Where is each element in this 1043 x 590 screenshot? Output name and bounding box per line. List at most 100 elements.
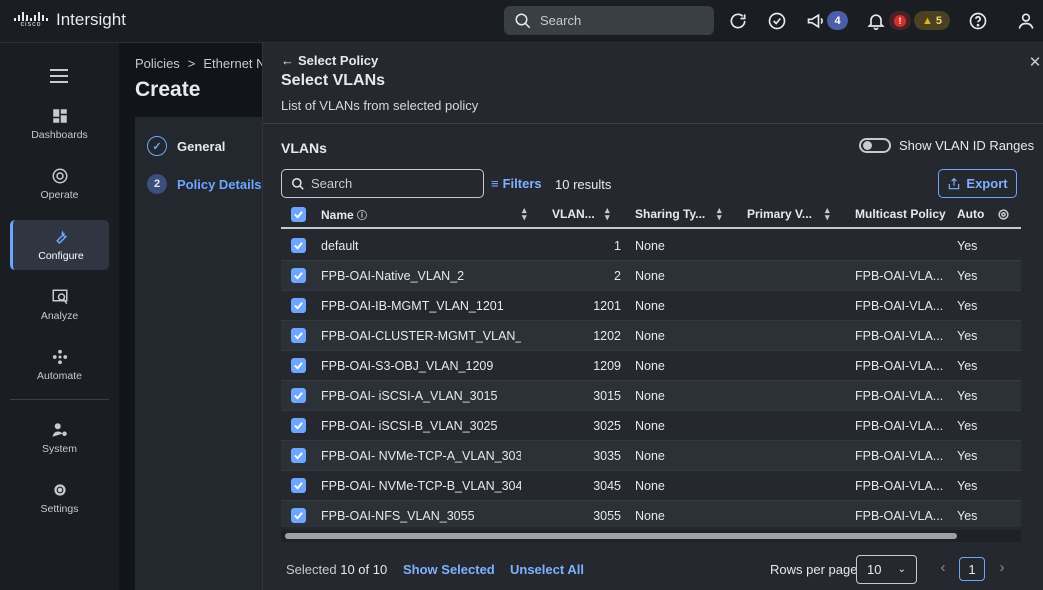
column-header-multicast-policy[interactable]: Multicast Policy — [855, 207, 950, 221]
sidebar-divider — [10, 399, 109, 400]
task-check-icon[interactable] — [766, 10, 788, 32]
app-name: Intersight — [56, 10, 126, 29]
filter-icon: ≡ — [491, 176, 499, 191]
toggle-switch[interactable] — [859, 138, 891, 153]
sort-icon[interactable]: ▴ ▾ — [717, 206, 722, 222]
row-checkbox[interactable] — [291, 418, 306, 433]
table-row[interactable]: FPB-OAI-IB-MGMT_VLAN_1201 1201 None FPB-OAI… — [281, 291, 1021, 321]
next-page-icon[interactable]: › — [994, 559, 1010, 579]
column-header-auto[interactable]: Auto — [957, 207, 997, 221]
info-icon: ⓘ — [357, 210, 368, 222]
cell-name: FPB-OAI-CLUSTER-MGMT_VLAN_1202 — [321, 328, 521, 343]
cell-auto: Yes — [957, 388, 978, 403]
cell-multicast-policy: FPB-OAI-VLA... — [855, 388, 944, 403]
brand-logo[interactable]: cisco Intersight — [14, 10, 126, 30]
cell-auto: Yes — [957, 418, 978, 433]
table-row[interactable]: FPB-OAI- iSCSI-B_VLAN_3025 3025 None FPB-OA… — [281, 411, 1021, 441]
cell-auto: Yes — [957, 508, 978, 523]
cell-sharing-type: None — [635, 448, 665, 463]
close-icon[interactable]: ✕ — [1028, 55, 1042, 70]
cell-sharing-type: None — [635, 478, 665, 493]
cell-sharing-type: None — [635, 358, 665, 373]
table-row[interactable]: FPB-OAI-CLUSTER-MGMT_VLAN_1202 1202 None FP… — [281, 321, 1021, 351]
cell-sharing-type: None — [635, 388, 665, 403]
cell-name: FPB-OAI-Native_VLAN_2 — [321, 268, 465, 283]
table-row[interactable]: default 1 None Yes — [281, 231, 1021, 261]
row-checkbox[interactable] — [291, 328, 306, 343]
table-search-input[interactable] — [311, 176, 471, 191]
row-checkbox[interactable] — [291, 358, 306, 373]
check-icon — [294, 452, 303, 460]
sort-icon[interactable]: ▴ ▾ — [825, 206, 830, 222]
column-settings-gear-icon[interactable] — [996, 207, 1011, 225]
critical-alarms-badge[interactable]: ! — [889, 11, 911, 30]
sidebar-item-configure[interactable]: Configure — [10, 220, 109, 270]
table-row[interactable]: FPB-OAI- NVMe-TCP-A_VLAN_3035 3035 None FPB… — [281, 441, 1021, 471]
table-row[interactable]: FPB-OAI-S3-OBJ_VLAN_1209 1209 None FPB-OAI-… — [281, 351, 1021, 381]
sidebar-item-system[interactable]: System — [10, 413, 109, 463]
export-button[interactable]: Export — [938, 169, 1017, 198]
row-checkbox[interactable] — [291, 448, 306, 463]
cell-multicast-policy: FPB-OAI-VLA... — [855, 328, 944, 343]
global-search[interactable]: Search — [504, 6, 714, 35]
user-icon[interactable] — [1015, 10, 1037, 32]
current-page[interactable]: 1 — [959, 557, 985, 581]
table-row[interactable]: FPB-OAI-Native_VLAN_2 2 None FPB-OAI-VLA...… — [281, 261, 1021, 291]
table-row[interactable]: FPB-OAI- NVMe-TCP-B_VLAN_3045 3045 None FPB… — [281, 471, 1021, 501]
row-checkbox[interactable] — [291, 388, 306, 403]
column-header-name[interactable]: Name ⓘ — [321, 207, 521, 222]
help-icon[interactable] — [967, 10, 989, 32]
bell-icon[interactable] — [865, 10, 887, 32]
show-selected-button[interactable]: Show Selected — [403, 562, 495, 577]
check-icon — [294, 422, 303, 430]
megaphone-icon[interactable] — [805, 10, 827, 32]
warning-alarms-badge[interactable]: ▲ 5 — [914, 11, 950, 30]
refresh-icon[interactable] — [727, 10, 749, 32]
sidebar-item-dashboards[interactable]: Dashboards — [10, 99, 109, 149]
unselect-all-button[interactable]: Unselect All — [510, 562, 584, 577]
row-checkbox[interactable] — [291, 508, 306, 523]
hamburger-menu-icon[interactable] — [50, 69, 68, 87]
step-label: Policy Details — [177, 176, 262, 192]
selected-count: 10 of 10 — [340, 562, 388, 577]
cell-name: FPB-OAI- iSCSI-B_VLAN_3025 — [321, 418, 498, 433]
breadcrumb-policies[interactable]: Policies — [135, 56, 180, 71]
cell-name: FPB-OAI- NVMe-TCP-A_VLAN_3035 — [321, 448, 521, 463]
filters-button[interactable]: ≡ Filters — [491, 176, 542, 191]
row-checkbox[interactable] — [291, 478, 306, 493]
row-checkbox[interactable] — [291, 268, 306, 283]
row-checkbox[interactable] — [291, 238, 306, 253]
sort-icon[interactable]: ▴ ▾ — [522, 206, 527, 222]
check-icon — [294, 302, 303, 310]
breadcrumb: Policies > Ethernet Ne — [135, 56, 273, 71]
dashboards-icon — [52, 109, 67, 123]
check-icon — [294, 362, 303, 370]
step-policy-details[interactable]: 2 Policy Details — [147, 174, 262, 194]
cell-vlan-id: 3035 — [593, 448, 621, 463]
row-checkbox[interactable] — [291, 298, 306, 313]
sidebar-item-automate[interactable]: Automate — [10, 340, 109, 390]
toggle-label: Show VLAN ID Ranges — [899, 138, 1035, 153]
table-row[interactable]: FPB-OAI-NFS_VLAN_3055 3055 None FPB-OAI-VLA… — [281, 501, 1021, 527]
table-search[interactable] — [281, 169, 484, 198]
cell-multicast-policy: FPB-OAI-VLA... — [855, 298, 944, 313]
sidebar-item-label: System — [41, 443, 77, 455]
step-done-check-icon: ✓ — [147, 136, 167, 156]
cisco-logo-icon: cisco — [14, 11, 48, 29]
sidebar-item-operate[interactable]: Operate — [10, 159, 109, 209]
step-general[interactable]: ✓ General — [147, 136, 225, 156]
back-to-select-policy[interactable]: ← Select Policy — [281, 53, 378, 68]
scrollbar-thumb[interactable] — [285, 533, 957, 539]
rows-per-page-select[interactable]: 10 ⌄ — [856, 555, 917, 584]
horizontal-scrollbar[interactable] — [281, 530, 1021, 542]
select-all-checkbox[interactable] — [291, 206, 306, 222]
show-vlan-ranges-toggle[interactable]: Show VLAN ID Ranges — [859, 138, 1034, 153]
previous-page-icon[interactable]: ‹ — [935, 559, 951, 579]
table-row[interactable]: FPB-OAI- iSCSI-A_VLAN_3015 3015 None FPB-OA… — [281, 381, 1021, 411]
announcements-badge[interactable]: 4 — [827, 11, 848, 30]
sort-icon[interactable]: ▴ ▾ — [605, 206, 610, 222]
sidebar-item-analyze[interactable]: Analyze — [10, 280, 109, 330]
configure-icon — [56, 230, 67, 245]
sidebar-item-settings[interactable]: Settings — [10, 473, 109, 523]
selected-summary: Selected 10 of 10 — [286, 562, 387, 577]
